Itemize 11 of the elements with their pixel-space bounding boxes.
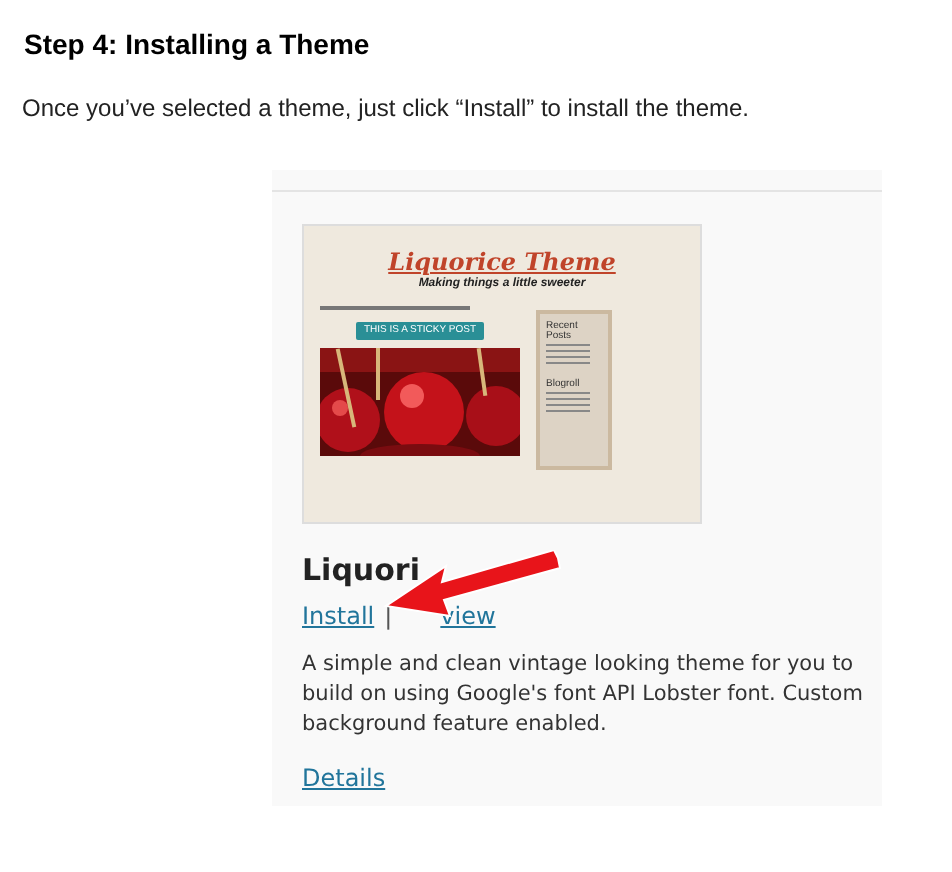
link-separator: | bbox=[384, 599, 393, 633]
theme-title: Liquori bbox=[302, 550, 420, 592]
sidebar-links-lines bbox=[546, 344, 590, 368]
preview-link[interactable]: view bbox=[440, 597, 496, 633]
step-heading: Step 4: Installing a Theme bbox=[24, 26, 372, 64]
sidebar-links-lines bbox=[546, 392, 590, 416]
details-link[interactable]: Details bbox=[302, 759, 386, 795]
install-link[interactable]: Install bbox=[302, 597, 375, 633]
theme-description: A simple and clean vintage looking theme for you to build on using Google's font API Lobster font. Custom background feature enabled. bbox=[302, 649, 865, 739]
site-title: Liquorice Theme bbox=[388, 250, 616, 274]
intro-text: Once you’ve selected a theme, just click “Install” to install the theme. bbox=[22, 92, 751, 126]
